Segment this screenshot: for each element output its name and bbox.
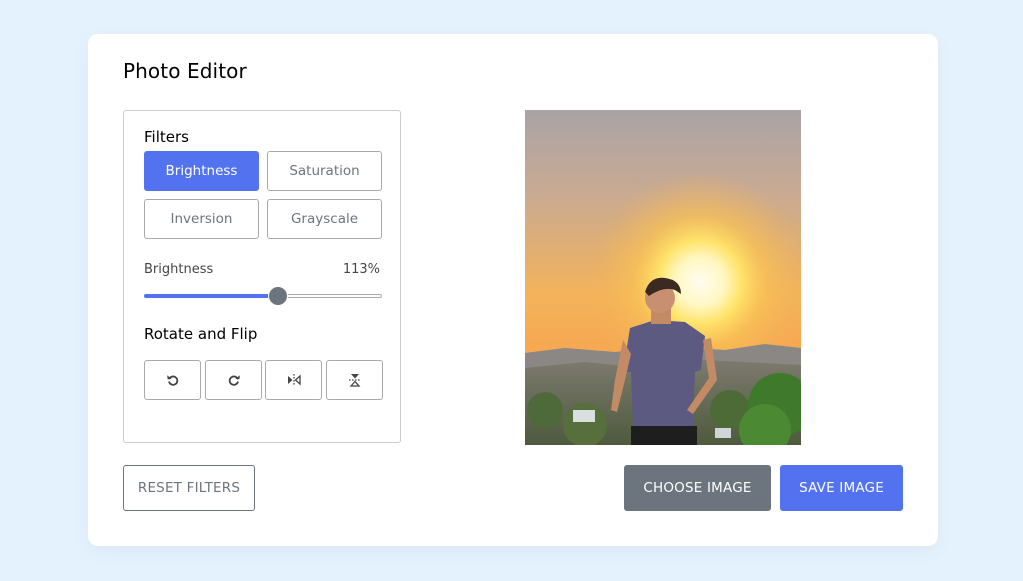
filters-heading: Filters bbox=[144, 128, 189, 146]
editor-card: Photo Editor Filters Brightness Saturati… bbox=[88, 34, 938, 546]
filter-brightness-button[interactable]: Brightness bbox=[144, 151, 259, 191]
slider-fill bbox=[144, 294, 279, 298]
rotate-left-icon bbox=[165, 372, 181, 388]
rotate-right-icon bbox=[226, 372, 242, 388]
filter-saturation-button[interactable]: Saturation bbox=[267, 151, 382, 191]
flip-horizontal-button[interactable] bbox=[265, 360, 322, 400]
rotate-left-button[interactable] bbox=[144, 360, 201, 400]
flip-vertical-button[interactable] bbox=[326, 360, 383, 400]
save-image-button[interactable]: SAVE IMAGE bbox=[780, 465, 903, 511]
flip-horizontal-icon bbox=[286, 372, 302, 388]
slider-name-label: Brightness bbox=[144, 262, 214, 277]
flip-vertical-icon bbox=[347, 372, 363, 388]
preview-photo bbox=[525, 110, 801, 445]
slider-value-label: 113% bbox=[342, 262, 380, 277]
image-preview bbox=[525, 110, 801, 445]
filter-grayscale-button[interactable]: Grayscale bbox=[267, 199, 382, 239]
reset-filters-button[interactable]: RESET FILTERS bbox=[123, 465, 255, 511]
choose-image-button[interactable]: CHOOSE IMAGE bbox=[624, 465, 771, 511]
rotate-right-button[interactable] bbox=[205, 360, 262, 400]
rotate-flip-heading: Rotate and Flip bbox=[144, 325, 258, 343]
filter-inversion-button[interactable]: Inversion bbox=[144, 199, 259, 239]
slider-thumb[interactable] bbox=[269, 287, 288, 305]
page-title: Photo Editor bbox=[123, 59, 247, 83]
brightness-slider[interactable] bbox=[144, 287, 382, 305]
controls-panel: Filters Brightness Saturation Inversion … bbox=[123, 110, 401, 443]
